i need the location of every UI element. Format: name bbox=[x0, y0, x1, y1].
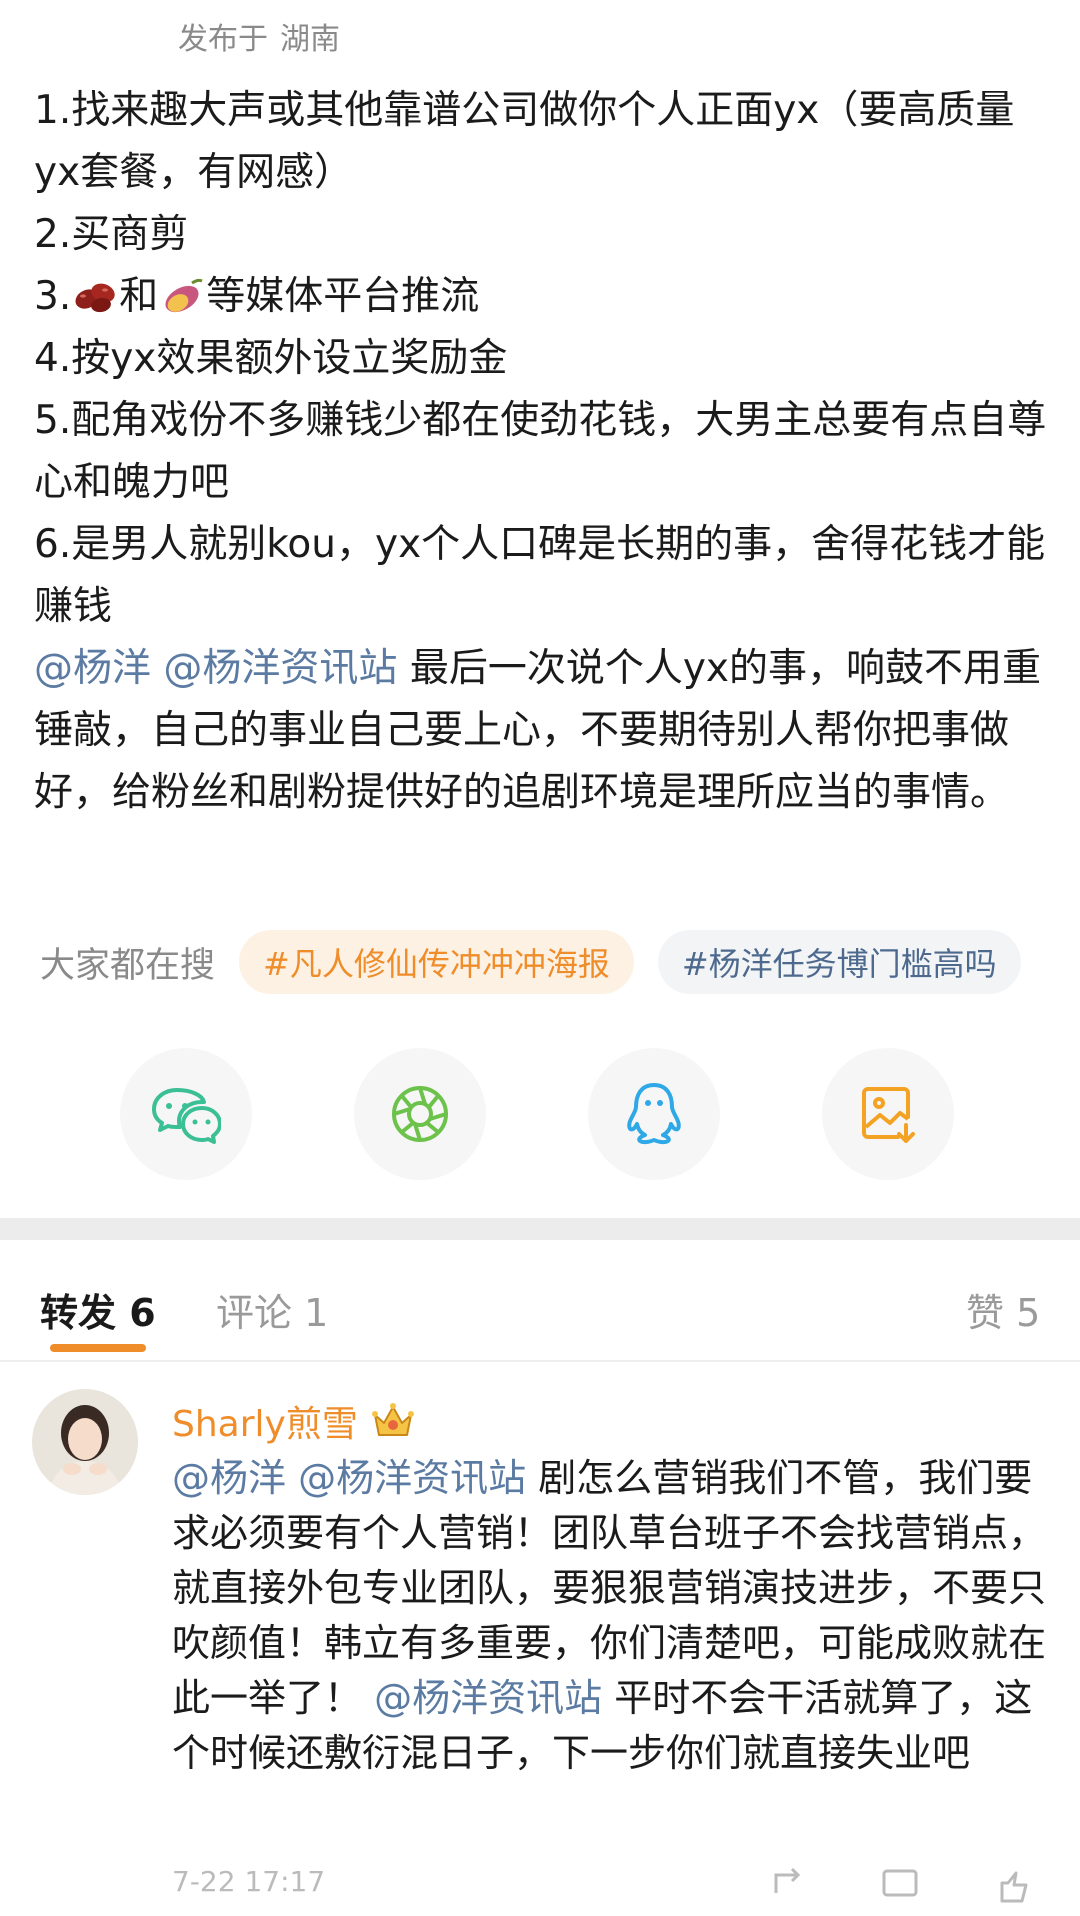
comment-author-name[interactable]: Sharly煎雪 bbox=[172, 1395, 358, 1447]
tab-like[interactable]: 赞 5 bbox=[966, 1282, 1040, 1337]
moments-icon bbox=[392, 1086, 448, 1142]
comment-icon[interactable] bbox=[880, 1865, 920, 1905]
comment-body: @杨洋 @杨洋资讯站 剧怎么营销我们不管，我们要求必须要有个人营销！团队草台班子… bbox=[172, 1451, 1052, 1781]
comment-timestamp: 7-22 17:17 bbox=[172, 1865, 326, 1898]
tab-comment[interactable]: 评论 1 bbox=[216, 1282, 328, 1337]
post-line-5: 5.配角戏份不多赚钱少都在使劲花钱，大男主总要有点自尊心和魄力吧 bbox=[34, 398, 1047, 505]
share-wechat-button[interactable] bbox=[120, 1048, 252, 1180]
qq-icon bbox=[627, 1083, 681, 1145]
trending-topic-chip[interactable]: #杨洋任务博门槛高吗 bbox=[657, 930, 1021, 994]
interaction-tabs: 转发 6 评论 1 赞 5 bbox=[0, 1270, 1080, 1352]
published-prefix: 发布于 bbox=[178, 22, 268, 57]
post-body: 1.找来趣大声或其他靠谱公司做你个人正面yx（要高质量yx套餐，有网感） 2.买… bbox=[34, 80, 1049, 824]
red-beans-emoji-icon bbox=[75, 283, 115, 313]
avatar[interactable] bbox=[32, 1389, 138, 1495]
post-line-6: 6.是男人就别kou，yx个人口碑是长期的事，舍得花钱才能赚钱 bbox=[34, 522, 1046, 629]
post-line-4: 4.按yx效果额外设立奖励金 bbox=[34, 336, 508, 381]
post-line-2: 2.买商剪 bbox=[34, 212, 189, 257]
share-moments-button[interactable] bbox=[354, 1048, 486, 1180]
post-line-3-prefix: 3. bbox=[34, 274, 72, 319]
post-line-3-and: 和 bbox=[119, 274, 159, 319]
mention-link[interactable]: @杨洋资讯站 bbox=[298, 1456, 526, 1500]
mention-link[interactable]: @杨洋资讯站 bbox=[374, 1676, 602, 1720]
post-location: 湖南 bbox=[280, 22, 340, 57]
crown-badge-icon bbox=[371, 1403, 414, 1436]
active-tab-indicator bbox=[50, 1344, 146, 1352]
tabs-border bbox=[0, 1360, 1080, 1362]
save-image-icon bbox=[862, 1087, 915, 1143]
avatar-image bbox=[32, 1389, 138, 1495]
like-icon[interactable] bbox=[990, 1865, 1030, 1905]
section-divider bbox=[0, 1218, 1080, 1240]
trending-search-label: 大家都在搜 bbox=[40, 945, 216, 986]
mention-link[interactable]: @杨洋资讯站 bbox=[163, 646, 397, 691]
tab-repost[interactable]: 转发 6 bbox=[40, 1282, 156, 1337]
post-closing: @杨洋 @杨洋资讯站 最后一次说个人yx的事，响鼓不用重锤敲，自己的事业自己要上… bbox=[34, 638, 1049, 824]
wechat-icon bbox=[152, 1088, 221, 1144]
share-qq-button[interactable] bbox=[588, 1048, 720, 1180]
repost-icon[interactable] bbox=[770, 1865, 810, 1905]
save-image-button[interactable] bbox=[822, 1048, 954, 1180]
post-line-1: 1.找来趣大声或其他靠谱公司做你个人正面yx（要高质量yx套餐，有网感） bbox=[34, 88, 1015, 195]
trending-topic-chip[interactable]: #凡人修仙传冲冲冲海报 bbox=[239, 930, 634, 994]
post-line-3-suffix: 等媒体平台推流 bbox=[206, 274, 480, 319]
post-line-3: 3. 和 等媒体平台推流 bbox=[34, 266, 1049, 328]
mention-link[interactable]: @杨洋 bbox=[172, 1456, 286, 1500]
trending-search-row: 大家都在搜 #凡人修仙传冲冲冲海报 #杨洋任务博门槛高吗 bbox=[40, 930, 1045, 994]
post-meta: 发布于 湖南 bbox=[178, 14, 340, 58]
sweet-potato-emoji-icon bbox=[165, 278, 203, 313]
comment-author[interactable]: Sharly煎雪 bbox=[172, 1395, 416, 1447]
mention-link[interactable]: @杨洋 bbox=[34, 646, 151, 691]
